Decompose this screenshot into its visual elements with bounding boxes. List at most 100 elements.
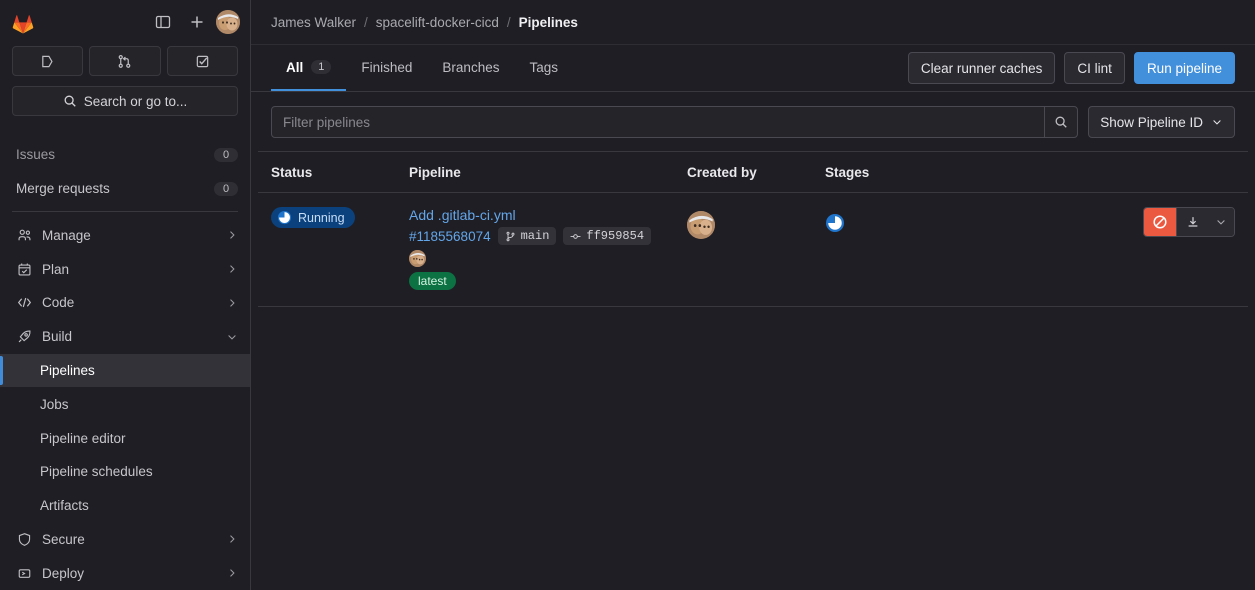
- create-new-icon[interactable]: [182, 7, 212, 37]
- row-actions-cell: [1115, 207, 1235, 237]
- clear-runner-caches-button[interactable]: Clear runner caches: [907, 52, 1056, 84]
- users-icon: [16, 227, 32, 243]
- show-pipeline-id-label: Show Pipeline ID: [1100, 114, 1203, 130]
- show-pipeline-id-dropdown[interactable]: Show Pipeline ID: [1088, 106, 1235, 138]
- search-icon[interactable]: [1044, 107, 1077, 137]
- sidebar-quick-actions: [0, 46, 250, 76]
- chevron-down-icon: [1211, 116, 1223, 128]
- tab-branches[interactable]: Branches: [427, 45, 514, 91]
- sidebar-item-pipeline-schedules[interactable]: Pipeline schedules: [0, 455, 250, 489]
- rocket-icon: [16, 329, 32, 345]
- sidebar-item-merge-requests-count: 0: [214, 181, 238, 196]
- avatar[interactable]: [687, 211, 715, 239]
- sidebar-topbar: [0, 0, 250, 44]
- row-created-by-cell: [687, 207, 825, 239]
- tab-finished[interactable]: Finished: [346, 45, 427, 91]
- sidebar-item-deploy[interactable]: Deploy: [0, 556, 250, 590]
- pipelines-table: Status Pipeline Created by Stages Runnin…: [258, 151, 1248, 307]
- breadcrumb-project[interactable]: spacelift-docker-cicd: [376, 15, 499, 30]
- pipeline-meta: #1185568074 main ff959854: [409, 227, 687, 245]
- sidebar-item-manage-label: Manage: [42, 227, 91, 243]
- sidebar-item-artifacts[interactable]: Artifacts: [0, 489, 250, 523]
- status-badge[interactable]: Running: [271, 207, 355, 228]
- sidebar-item-plan[interactable]: Plan: [0, 252, 250, 286]
- run-pipeline-button[interactable]: Run pipeline: [1133, 52, 1235, 84]
- sidebar-item-build[interactable]: Build: [0, 320, 250, 354]
- pipeline-id-link[interactable]: #1185568074: [409, 229, 491, 244]
- chevron-right-icon: [226, 567, 238, 579]
- sidebar-item-secure[interactable]: Secure: [0, 523, 250, 557]
- sidebar-scroll-clip: [0, 126, 250, 138]
- chevron-right-icon: [226, 229, 238, 241]
- branch-chip[interactable]: main: [497, 227, 557, 245]
- download-icon[interactable]: [1176, 208, 1208, 236]
- gitlab-logo[interactable]: [8, 7, 38, 37]
- merge-requests-icon[interactable]: [89, 46, 161, 76]
- row-pipeline-cell: Add .gitlab-ci.yml #1185568074 main ff95…: [409, 207, 687, 290]
- sidebar-item-secure-label: Secure: [42, 531, 85, 547]
- sidebar-item-pipelines[interactable]: Pipelines: [0, 353, 250, 388]
- app-root: Search or go to... Issues 0 Merge reques…: [0, 0, 1255, 590]
- pipeline-title-link[interactable]: Add .gitlab-ci.yml: [409, 207, 687, 223]
- latest-tag[interactable]: latest: [409, 272, 456, 290]
- tab-bar-actions: Clear runner caches CI lint Run pipeline: [907, 45, 1235, 91]
- sidebar-item-jobs-label: Jobs: [40, 396, 69, 412]
- sidebar-nav: Issues 0 Merge requests 0 Manage Plan Co…: [0, 126, 250, 590]
- commit-chip[interactable]: ff959854: [563, 227, 652, 245]
- toggle-sidebar-icon[interactable]: [148, 7, 178, 37]
- breadcrumb-owner[interactable]: James Walker: [271, 15, 356, 30]
- stage-running-icon[interactable]: [825, 213, 845, 233]
- sidebar-item-manage[interactable]: Manage: [0, 218, 250, 252]
- tab-all-badge: 1: [311, 60, 332, 74]
- sidebar-item-code[interactable]: Code: [0, 286, 250, 320]
- commit-icon: [570, 231, 581, 242]
- sidebar-item-merge-requests[interactable]: Merge requests 0: [0, 172, 250, 206]
- sidebar-item-pipelines-label: Pipelines: [40, 363, 95, 378]
- sidebar-divider: [12, 211, 238, 213]
- chevron-right-icon: [226, 263, 238, 275]
- branch-name: main: [520, 229, 550, 243]
- chevron-right-icon: [226, 297, 238, 309]
- tab-all[interactable]: All 1: [271, 45, 347, 91]
- code-icon: [16, 295, 32, 311]
- row-status-cell: Running: [271, 207, 409, 230]
- breadcrumb: James Walker / spacelift-docker-cicd / P…: [251, 0, 1255, 45]
- tab-tags[interactable]: Tags: [514, 45, 573, 91]
- tab-finished-label: Finished: [361, 59, 413, 75]
- sidebar-item-pipeline-editor-label: Pipeline editor: [40, 430, 126, 446]
- column-header-pipeline: Pipeline: [409, 164, 461, 180]
- search-placeholder-label: Search or go to...: [83, 93, 188, 109]
- sidebar-item-issues[interactable]: Issues 0: [0, 138, 250, 172]
- sidebar-item-pipeline-editor[interactable]: Pipeline editor: [0, 421, 250, 455]
- search-input[interactable]: Search or go to...: [12, 86, 238, 116]
- column-header-stages: Stages: [825, 164, 870, 180]
- filter-pipelines-input[interactable]: [272, 107, 1045, 137]
- chevron-down-icon: [226, 331, 238, 343]
- row-action-group: [1143, 207, 1235, 237]
- cancel-icon[interactable]: [1144, 208, 1176, 236]
- sidebar-item-issues-label: Issues: [16, 147, 56, 163]
- chevron-down-icon[interactable]: [1208, 208, 1234, 236]
- sidebar-item-code-label: Code: [42, 295, 75, 311]
- table-header: Status Pipeline Created by Stages: [258, 151, 1248, 193]
- sidebar-item-pipeline-schedules-label: Pipeline schedules: [40, 464, 153, 480]
- commit-author-avatar[interactable]: [409, 250, 426, 267]
- ci-lint-button[interactable]: CI lint: [1064, 52, 1125, 84]
- deploy-icon: [16, 565, 32, 581]
- sidebar-item-artifacts-label: Artifacts: [40, 498, 89, 514]
- todo-icon[interactable]: [166, 46, 238, 76]
- shield-icon: [16, 531, 32, 547]
- filter-bar: Show Pipeline ID: [251, 92, 1255, 151]
- sidebar-item-jobs[interactable]: Jobs: [0, 387, 250, 421]
- breadcrumb-separator: /: [364, 14, 368, 30]
- column-header-status: Status: [271, 164, 313, 180]
- tab-all-label: All: [286, 59, 304, 75]
- user-avatar[interactable]: [216, 10, 240, 34]
- issues-icon[interactable]: [12, 46, 84, 76]
- branch-icon: [505, 231, 516, 242]
- status-badge-label: Running: [298, 210, 345, 225]
- tab-branches-label: Branches: [442, 59, 500, 75]
- sidebar-item-merge-requests-label: Merge requests: [16, 181, 110, 197]
- sidebar-item-deploy-label: Deploy: [42, 565, 85, 581]
- tab-list: All 1 Finished Branches Tags: [271, 45, 573, 91]
